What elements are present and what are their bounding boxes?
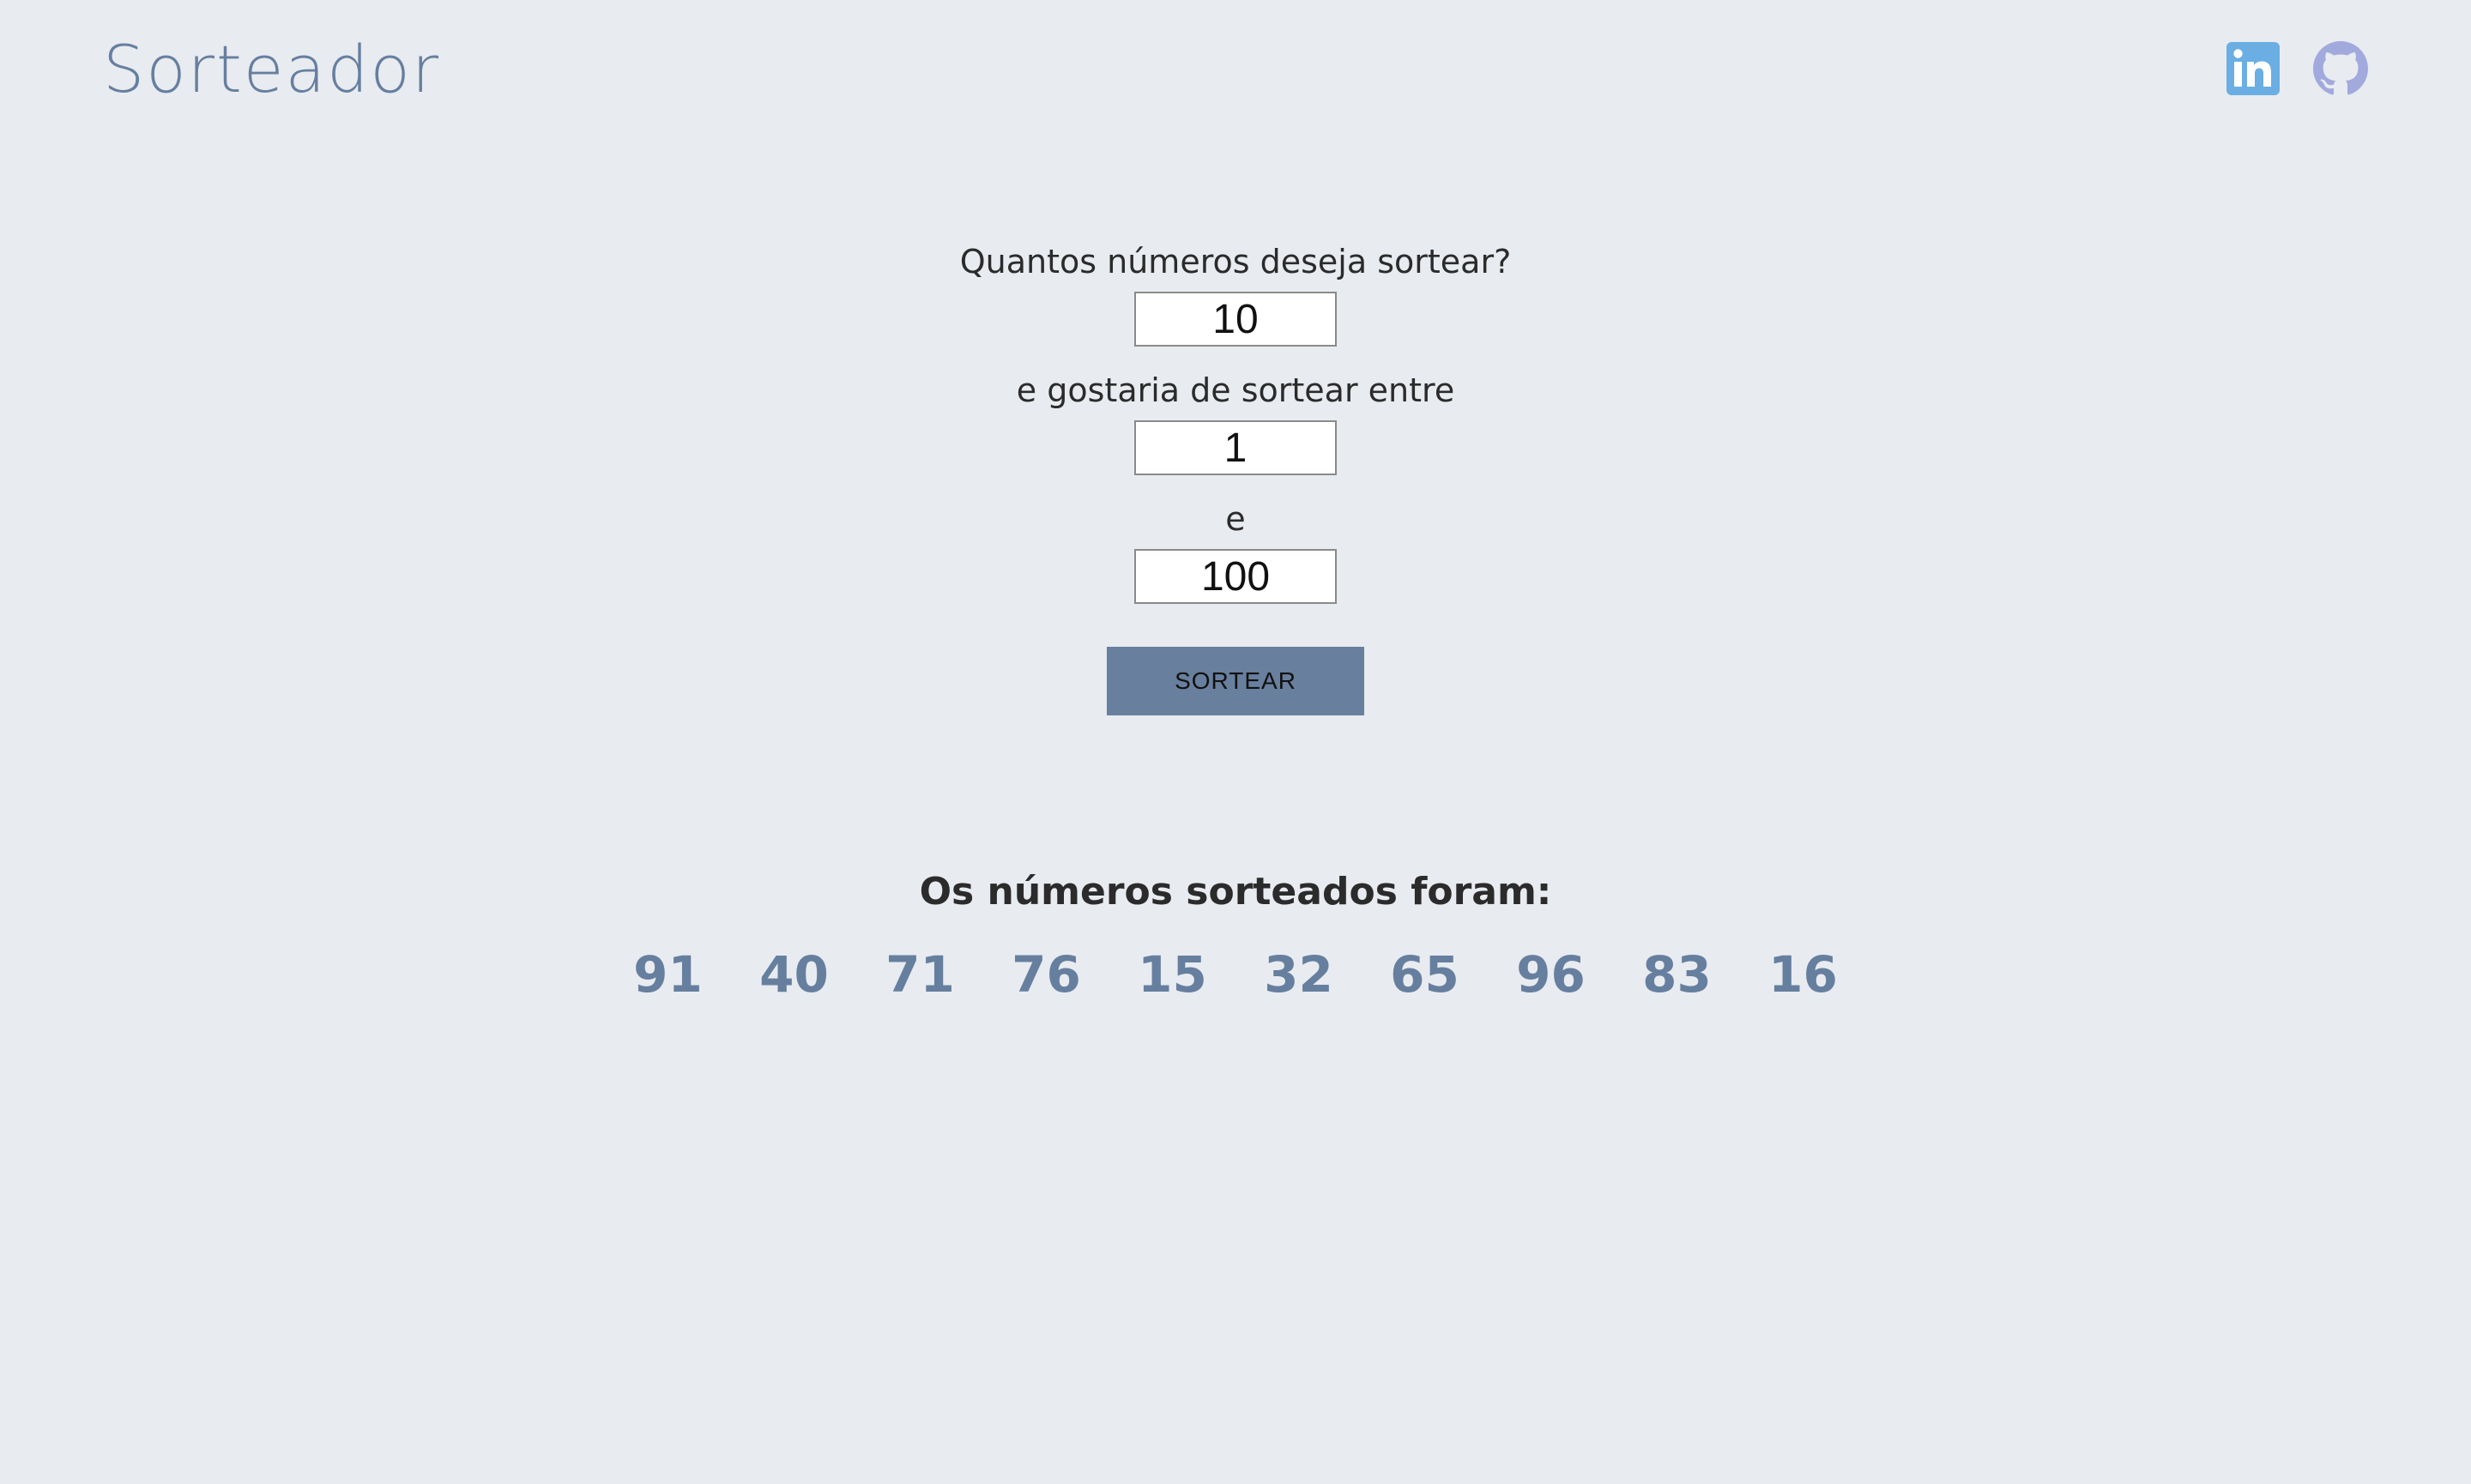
github-link[interactable] <box>2313 41 2368 96</box>
drawn-number: 32 <box>1264 945 1333 1004</box>
range-to-input[interactable] <box>1134 549 1337 604</box>
drawn-number: 16 <box>1768 945 1838 1004</box>
drawn-number: 83 <box>1642 945 1712 1004</box>
results-section: Os números sorteados foram: 91 40 71 76 … <box>0 858 2471 1009</box>
brand-logo[interactable]: Sorteador <box>103 31 440 108</box>
quantity-label: Quantos números deseja sortear? <box>959 243 1512 281</box>
draw-button[interactable]: SORTEAR <box>1107 647 1364 715</box>
drawn-number: 71 <box>885 945 955 1004</box>
connector-label: e <box>1225 500 1246 538</box>
github-icon <box>2313 41 2368 95</box>
drawn-number: 40 <box>759 945 829 1004</box>
linkedin-link[interactable] <box>2226 41 2281 96</box>
linkedin-icon <box>2226 42 2280 95</box>
quantity-input[interactable] <box>1134 292 1337 347</box>
draw-form: Quantos números deseja sortear? e gostar… <box>0 232 2471 715</box>
drawn-number: 15 <box>1138 945 1207 1004</box>
header: Sorteador <box>0 0 2471 146</box>
results-title: Os números sorteados foram: <box>919 870 1552 914</box>
drawn-number: 76 <box>1012 945 1081 1004</box>
drawn-numbers-list: 91 40 71 76 15 32 65 96 83 16 <box>605 940 1866 1009</box>
range-label: e gostaria de sortear entre <box>1016 371 1455 409</box>
drawn-number: 65 <box>1390 945 1459 1004</box>
drawn-number: 91 <box>633 945 703 1004</box>
range-from-input[interactable] <box>1134 420 1337 475</box>
social-links <box>2226 41 2368 96</box>
drawn-number: 96 <box>1516 945 1586 1004</box>
